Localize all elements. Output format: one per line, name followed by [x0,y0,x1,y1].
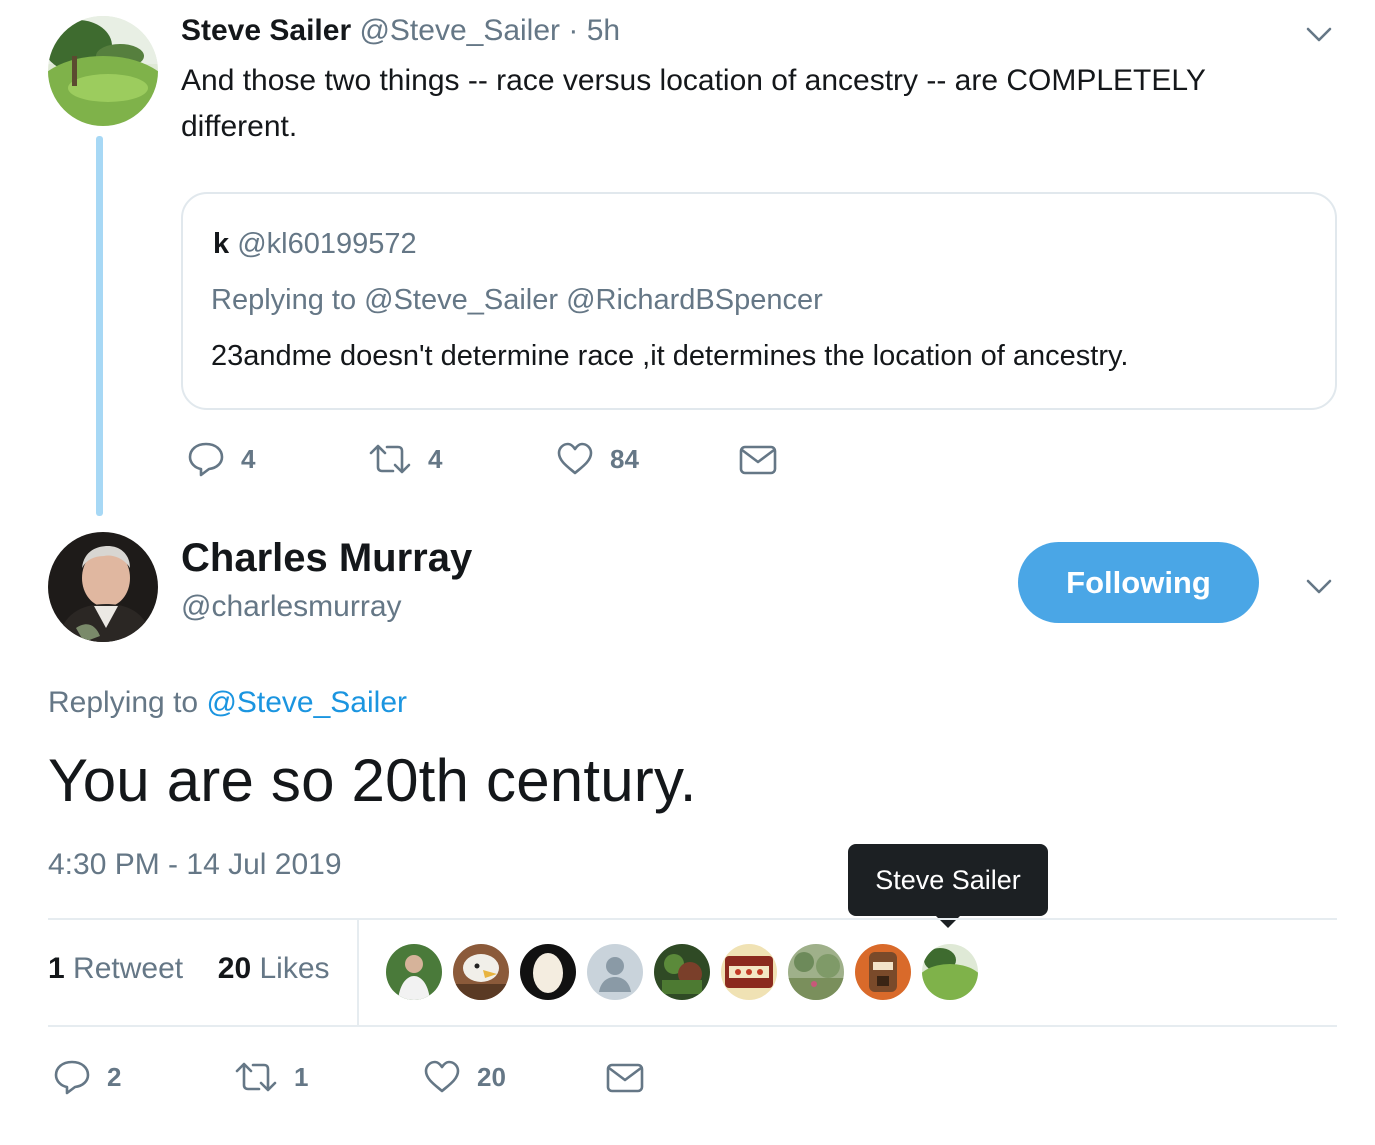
main-author-name[interactable]: Charles Murray [181,536,472,581]
liker-avatars [386,944,989,1000]
stats-bottom-divider [48,1025,1337,1027]
main-reply-action[interactable]: 2 [53,1059,121,1095]
main-tweet-timestamp[interactable]: 4:30 PM - 14 Jul 2019 [48,848,342,882]
charles-murray-avatar[interactable] [48,532,158,642]
main-like-count: 20 [477,1061,506,1092]
parent-tweet-header: Steve Sailer @Steve_Sailer · 5h [181,14,620,48]
liker-avatar[interactable] [922,944,978,1000]
like-stat-count: 20 [217,952,252,985]
quoted-author-handle: @kl60199572 [237,228,417,260]
liker-avatar[interactable] [788,944,844,1000]
stats-top-divider [48,918,1337,920]
quoted-tweet-text: 23andme doesn't determine race ,it deter… [211,340,1129,372]
engagement-stats: 1 Retweet 20 Likes [48,952,330,986]
quoted-tweet[interactable]: k @kl60199572 Replying to @Steve_Sailer … [181,192,1337,410]
main-retweet-count: 1 [294,1061,309,1092]
quoted-tweet-header: k @kl60199572 [213,228,417,261]
separator-dot: · [568,14,579,47]
parent-tweet-time[interactable]: 5h [587,14,620,47]
heart-icon [557,442,593,475]
tooltip: Steve Sailer [848,844,1048,916]
parent-reply-action[interactable]: 4 [187,441,255,477]
main-reply-count: 2 [107,1061,122,1092]
liker-avatar[interactable] [520,944,576,1000]
retweet-icon [235,1062,277,1092]
parent-reply-count: 4 [241,443,256,474]
reply-icon [54,1060,90,1095]
replying-to: Replying to @Steve_Sailer [48,686,407,720]
parent-author-handle[interactable]: @Steve_Sailer [359,14,560,47]
parent-retweet-action[interactable]: 4 [368,441,442,477]
main-like-action[interactable]: 20 [423,1059,506,1095]
retweet-stat-label: Retweet [73,952,184,985]
stats-vertical-divider [357,919,359,1026]
main-message-action[interactable] [605,1061,645,1095]
main-tweet-text: You are so 20th century. [48,747,697,814]
quoted-replying-to: Replying to @Steve_Sailer @RichardBSpenc… [211,284,823,316]
parent-tweet-text: And those two things -- race versus loca… [181,64,1206,143]
liker-avatar[interactable] [453,944,509,1000]
steve-sailer-avatar[interactable] [48,16,158,126]
chevron-down-icon[interactable] [1302,574,1336,598]
liker-avatar[interactable] [386,944,442,1000]
liker-avatar[interactable] [855,944,911,1000]
reply-icon [188,442,224,477]
main-author-handle[interactable]: @charlesmurray [181,590,402,624]
liker-avatar[interactable] [587,944,643,1000]
parent-like-count: 84 [610,443,639,474]
retweet-stat-count: 1 [48,952,65,985]
retweet-icon [369,444,411,474]
parent-message-action[interactable] [738,443,778,477]
envelope-icon [739,445,777,475]
parent-like-action[interactable]: 84 [556,441,639,477]
thread-line [96,136,103,516]
golf-course-image [48,16,158,126]
quoted-author-name: k [213,228,230,260]
replying-to-link[interactable]: @Steve_Sailer [206,686,407,719]
parent-retweet-count: 4 [428,443,443,474]
like-stat[interactable]: 20 Likes [218,952,330,985]
replying-to-label: Replying to [48,686,199,719]
following-button[interactable]: Following [1018,542,1259,623]
retweet-stat[interactable]: 1 Retweet [48,952,183,985]
liker-avatar[interactable] [721,944,777,1000]
like-stat-label: Likes [259,952,330,985]
parent-author-name[interactable]: Steve Sailer [181,14,351,47]
envelope-icon [606,1063,644,1093]
chevron-down-icon[interactable] [1302,22,1336,46]
liker-avatar[interactable] [654,944,710,1000]
heart-icon [424,1060,460,1093]
portrait-image [48,532,158,642]
main-retweet-action[interactable]: 1 [234,1059,308,1095]
